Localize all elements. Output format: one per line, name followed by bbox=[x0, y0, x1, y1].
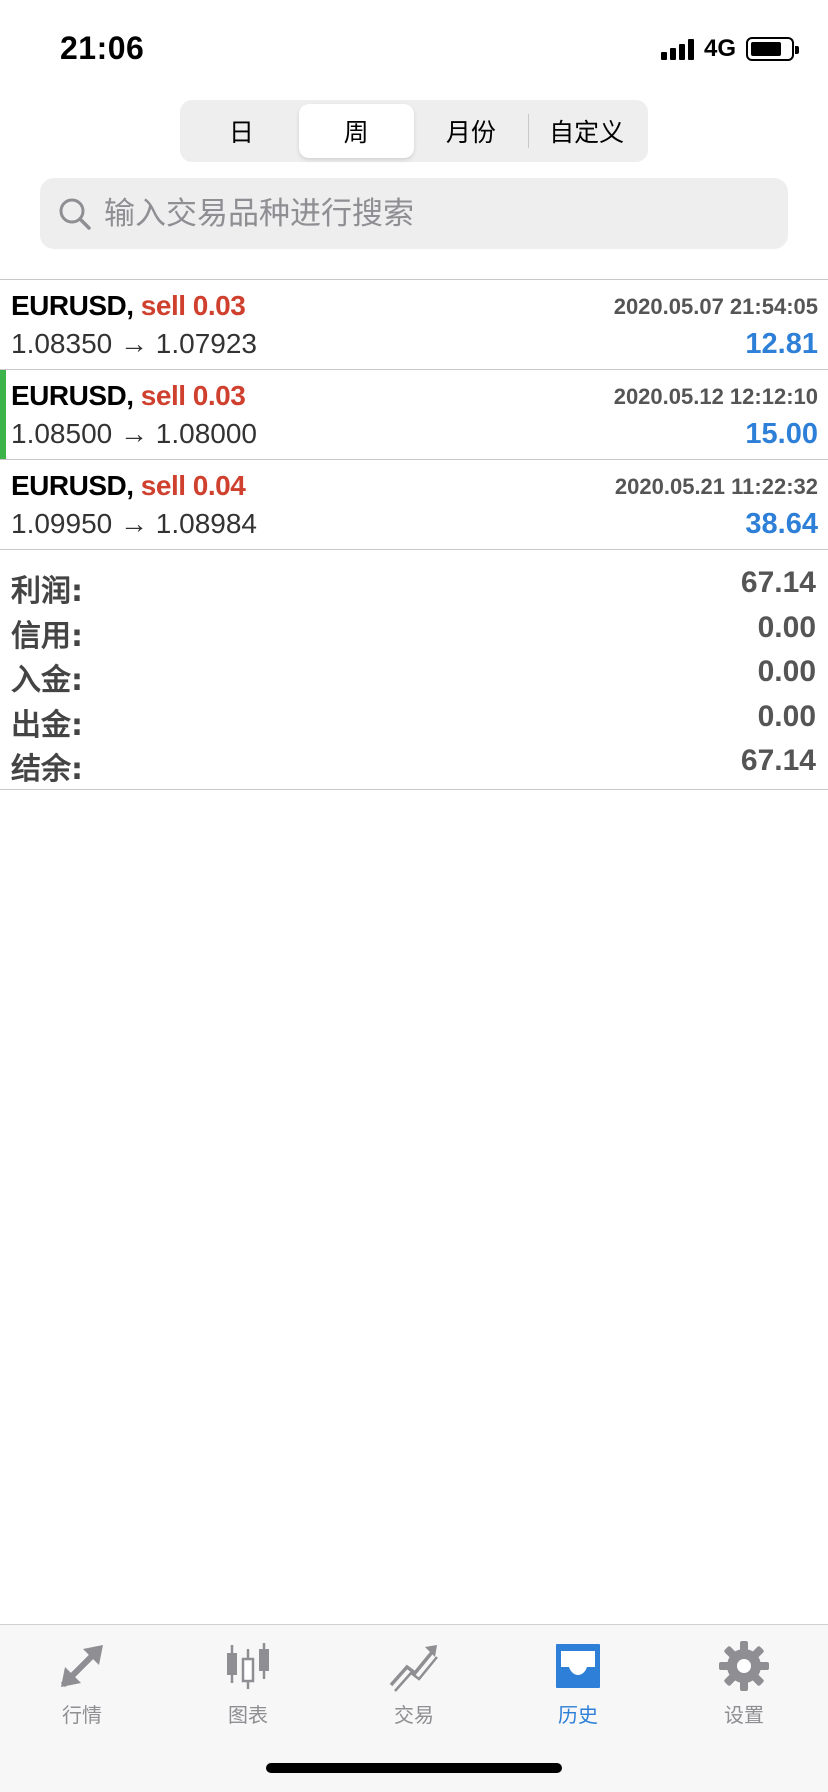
deal-time: 2020.05.07 21:54:05 bbox=[613, 294, 818, 319]
deal-row[interactable]: EURUSD, sell 0.04 2020.05.21 11:22:32 1.… bbox=[0, 460, 828, 550]
tab-settings[interactable]: 设置 bbox=[684, 1639, 804, 1739]
tab-month[interactable]: 月份 bbox=[414, 104, 529, 158]
deal-prices: 1.08500 → 1.08000 bbox=[11, 418, 257, 449]
tab-week[interactable]: 周 bbox=[298, 104, 414, 158]
tab-label: 历史 bbox=[558, 1703, 598, 1727]
inbox-history-icon bbox=[556, 1644, 600, 1688]
deal-time: 2020.05.12 12:12:10 bbox=[613, 384, 818, 409]
candlestick-chart-icon bbox=[227, 1643, 269, 1689]
network-type: 4G bbox=[703, 35, 736, 62]
deal-side: sell 0.04 bbox=[140, 470, 246, 501]
deal-side: sell 0.03 bbox=[140, 290, 246, 321]
tab-label: 交易 bbox=[394, 1703, 434, 1727]
deal-prices: 1.09950 → 1.08984 bbox=[11, 508, 257, 539]
search-input[interactable] bbox=[104, 195, 744, 232]
deal-profit: 38.64 bbox=[745, 508, 818, 540]
summary-value: 67.14 bbox=[740, 566, 816, 599]
quotes-arrows-icon bbox=[60, 1645, 103, 1688]
tab-trade[interactable]: 交易 bbox=[354, 1639, 474, 1739]
deal-row[interactable]: EURUSD, sell 0.03 2020.05.07 21:54:05 1.… bbox=[0, 280, 828, 370]
deal-symbol: EURUSD, sell 0.04 bbox=[11, 470, 246, 502]
tab-day[interactable]: 日 bbox=[184, 104, 299, 158]
status-bar: 21:06 4G bbox=[0, 0, 828, 100]
summary-row-withdrawal: 出金: 0.00 bbox=[0, 698, 828, 743]
tab-label: 行情 bbox=[62, 1703, 102, 1727]
period-segmented-control: 日 周 月份 自定义 bbox=[180, 100, 648, 162]
summary-label: 信用: bbox=[11, 618, 83, 654]
summary-value: 0.00 bbox=[757, 610, 816, 644]
summary-value: 0.00 bbox=[757, 699, 816, 733]
tab-quotes[interactable]: 行情 bbox=[22, 1639, 142, 1739]
summary-label: 入金: bbox=[11, 663, 83, 698]
deal-symbol: EURUSD, sell 0.03 bbox=[11, 290, 246, 322]
tab-label: 图表 bbox=[228, 1703, 268, 1727]
deal-time: 2020.05.21 11:22:32 bbox=[614, 474, 818, 499]
deal-prices: 1.08350 → 1.07923 bbox=[11, 328, 257, 359]
home-indicator[interactable] bbox=[266, 1763, 562, 1773]
tab-label: 设置 bbox=[724, 1703, 764, 1727]
deal-row[interactable]: EURUSD, sell 0.03 2020.05.12 12:12:10 1.… bbox=[0, 370, 828, 460]
tab-chart[interactable]: 图表 bbox=[188, 1639, 308, 1739]
summary-row-deposit: 入金: 0.00 bbox=[0, 653, 828, 698]
summary-row-profit: 利润: 67.14 bbox=[0, 564, 828, 609]
summary-value: 0.00 bbox=[757, 655, 816, 688]
deal-profit: 15.00 bbox=[745, 418, 818, 450]
summary-value: 67.14 bbox=[740, 744, 816, 777]
summary-row-credit: 信用: 0.00 bbox=[0, 609, 828, 654]
deal-symbol-text: EURUSD, bbox=[11, 470, 134, 501]
status-indicators: 4G bbox=[660, 35, 799, 62]
deal-symbol-text: EURUSD, bbox=[11, 290, 134, 321]
tab-custom[interactable]: 自定义 bbox=[529, 104, 644, 158]
search-bar[interactable] bbox=[40, 178, 788, 249]
deals-list: EURUSD, sell 0.03 2020.05.07 21:54:05 1.… bbox=[0, 279, 828, 550]
summary-label: 结余: bbox=[11, 752, 83, 787]
summary-label: 出金: bbox=[11, 707, 83, 743]
battery-icon bbox=[746, 37, 799, 61]
signal-strength-icon bbox=[660, 38, 694, 60]
summary-label: 利润: bbox=[11, 574, 83, 609]
deal-side: sell 0.03 bbox=[140, 380, 246, 411]
deal-symbol-text: EURUSD, bbox=[11, 380, 134, 411]
status-time: 21:06 bbox=[60, 30, 145, 66]
account-summary: 利润: 67.14 信用: 0.00 入金: 0.00 出金: 0.00 结余:… bbox=[0, 552, 828, 790]
gear-icon bbox=[719, 1641, 769, 1691]
tab-history[interactable]: 历史 bbox=[518, 1639, 638, 1739]
trade-chart-icon bbox=[389, 1645, 438, 1692]
summary-row-balance: 结余: 67.14 bbox=[0, 742, 828, 787]
deal-symbol: EURUSD, sell 0.03 bbox=[11, 380, 246, 412]
search-icon bbox=[59, 198, 91, 230]
deal-profit: 12.81 bbox=[745, 328, 818, 360]
